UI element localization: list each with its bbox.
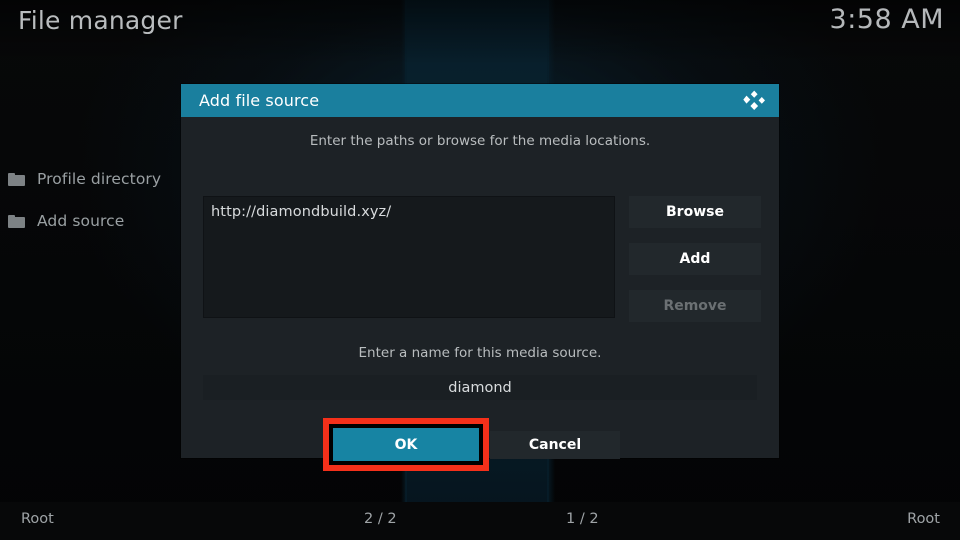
dialog-body: Enter the paths or browse for the media … (181, 117, 779, 458)
sidebar-item-profile-directory[interactable]: Profile directory (0, 158, 190, 200)
ok-button-highlight-inner: OK (329, 424, 483, 465)
folder-icon (8, 173, 25, 186)
dialog-header: Add file source (181, 84, 779, 117)
footer-bar: Root 2 / 2 1 / 2 Root (0, 502, 960, 540)
footer-right-path: Root (907, 511, 940, 527)
list-item[interactable]: http://diamondbuild.xyz/ (211, 204, 391, 220)
paths-list[interactable]: http://diamondbuild.xyz/ (203, 196, 615, 318)
source-name-input[interactable]: diamond (203, 375, 757, 400)
add-file-source-dialog: Add file source Enter the paths or brows… (181, 84, 779, 458)
footer-left-path: Root (21, 511, 54, 527)
kodi-logo-icon (742, 89, 766, 112)
clock: 3:58 AM (830, 4, 944, 35)
add-button[interactable]: Add (629, 243, 761, 275)
sidebar-item-label: Add source (37, 212, 124, 230)
sidebar-item-label: Profile directory (37, 170, 161, 188)
kodi-screen: File manager 3:58 AM Profile directory A… (0, 0, 960, 540)
folder-icon (8, 215, 25, 228)
browse-button[interactable]: Browse (629, 196, 761, 228)
top-bar: File manager 3:58 AM (0, 0, 960, 56)
footer-right-count: 1 / 2 (566, 511, 599, 527)
paths-hint-label: Enter the paths or browse for the media … (181, 133, 779, 149)
name-hint-label: Enter a name for this media source. (181, 345, 779, 361)
remove-button: Remove (629, 290, 761, 322)
page-title: File manager (18, 6, 183, 35)
sidebar-list: Profile directory Add source (0, 158, 190, 242)
dialog-title: Add file source (199, 91, 319, 110)
cancel-button[interactable]: Cancel (490, 431, 620, 459)
ok-button[interactable]: OK (333, 428, 479, 461)
sidebar-item-add-source[interactable]: Add source (0, 200, 190, 242)
ok-button-highlight: OK (323, 418, 489, 471)
footer-left-count: 2 / 2 (364, 511, 397, 527)
